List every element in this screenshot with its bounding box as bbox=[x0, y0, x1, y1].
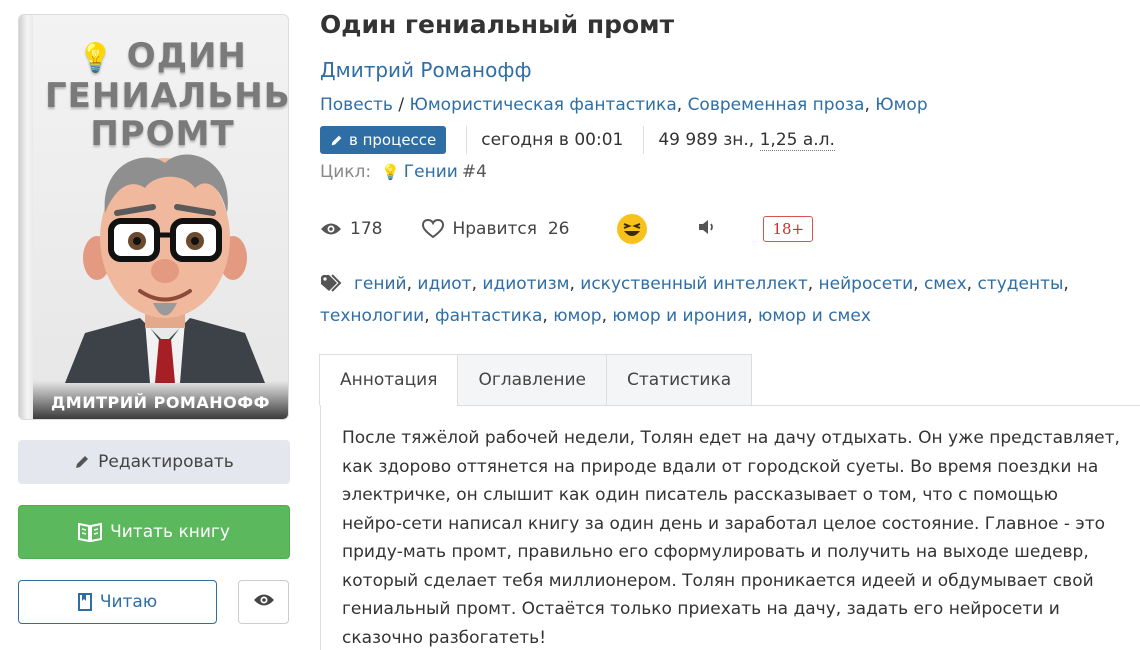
size-chars: 49 989 зн., bbox=[658, 130, 755, 150]
tag-link[interactable]: идиот bbox=[417, 274, 471, 294]
genre-line: Повесть / Юмористическая фантастика, Сов… bbox=[320, 95, 928, 115]
book-cover[interactable]: 💡 ОДИН ГЕНИАЛЬНЫЙ ПРОМТ ДМ bbox=[18, 14, 289, 420]
cover-title-line-2: ГЕНИАЛЬНЫЙ bbox=[45, 76, 288, 116]
tag-link[interactable]: искуственный интеллект bbox=[580, 274, 807, 294]
lightbulb-icon: 💡 bbox=[381, 163, 400, 181]
genre-link-1[interactable]: Юмористическая фантастика bbox=[409, 95, 676, 115]
author-link[interactable]: Дмитрий Романофф bbox=[320, 58, 532, 82]
cycle-number: #4 bbox=[461, 162, 487, 182]
eye-icon bbox=[253, 592, 275, 612]
status-label: в процессе bbox=[349, 131, 437, 149]
reading-shelf-button[interactable]: Читаю bbox=[18, 580, 217, 624]
annotation-text: После тяжёлой рабочей недели, Толян едет… bbox=[342, 428, 1120, 648]
cover-title: 💡 ОДИН ГЕНИАЛЬНЫЙ ПРОМТ bbox=[45, 36, 288, 153]
cycle-line: Цикл: 💡 Гении #4 bbox=[320, 162, 487, 182]
tag-link[interactable]: гений bbox=[354, 274, 407, 294]
book-meta: в процессе сегодня в 00:01 49 989 зн., 1… bbox=[320, 126, 835, 154]
cover-spine bbox=[19, 15, 33, 419]
cycle-label: Цикл: bbox=[320, 162, 372, 182]
meta-divider bbox=[643, 126, 645, 154]
tag-link[interactable]: юмор и смех bbox=[758, 306, 871, 326]
speaker-icon[interactable] bbox=[697, 218, 717, 241]
read-book-button[interactable]: Читать книгу bbox=[18, 505, 290, 559]
book-tabs: Аннотация Оглавление Статистика bbox=[319, 354, 753, 406]
read-book-button-label: Читать книгу bbox=[110, 522, 230, 542]
heart-icon[interactable] bbox=[422, 219, 445, 239]
size-sheets: 1,25 а.л. bbox=[759, 129, 835, 151]
tab-annotation[interactable]: Аннотация bbox=[319, 354, 459, 406]
pencil-icon bbox=[330, 134, 343, 147]
laughing-emoji-icon[interactable] bbox=[617, 214, 648, 244]
tag-link[interactable]: студенты bbox=[977, 274, 1063, 294]
open-book-icon bbox=[78, 522, 103, 542]
cycle-link[interactable]: Гении bbox=[404, 162, 458, 182]
eye-icon bbox=[320, 222, 342, 236]
tag-link[interactable]: нейросети bbox=[819, 274, 914, 294]
genre-link-3[interactable]: Юмор bbox=[875, 95, 927, 115]
updated-time: сегодня в 00:01 bbox=[481, 130, 624, 150]
meta-divider bbox=[466, 126, 468, 154]
book-title: Один гениальный промт bbox=[320, 10, 675, 39]
tag-icon bbox=[320, 273, 346, 302]
pencil-icon bbox=[74, 454, 90, 470]
likes-label[interactable]: Нравится bbox=[452, 219, 537, 239]
status-badge: в процессе bbox=[320, 126, 447, 154]
edit-button[interactable]: Редактировать bbox=[18, 440, 290, 484]
lightbulb-icon: 💡 bbox=[78, 41, 114, 74]
cover-title-line-1: ОДИН bbox=[126, 36, 247, 76]
tag-link[interactable]: фантастика bbox=[435, 306, 542, 326]
cover-illustration bbox=[65, 154, 265, 383]
tag-link[interactable]: юмор и ирония bbox=[612, 306, 747, 326]
tag-link[interactable]: технологии bbox=[320, 306, 424, 326]
likes-count: 26 bbox=[547, 219, 570, 239]
cover-author: ДМИТРИЙ РОМАНОФФ bbox=[33, 381, 288, 419]
genre-separator: / bbox=[398, 95, 405, 115]
tab-statistics[interactable]: Статистика bbox=[606, 354, 753, 406]
tab-contents[interactable]: Оглавление bbox=[457, 354, 607, 406]
bookmark-book-icon bbox=[77, 593, 92, 611]
tag-link[interactable]: идиотизм bbox=[482, 274, 569, 294]
views-count: 178 bbox=[350, 219, 383, 239]
reading-shelf-button-label: Читаю bbox=[99, 592, 158, 612]
stats-bar: 178 Нравится 26 18+ bbox=[320, 212, 814, 246]
tag-link[interactable]: юмор bbox=[553, 306, 601, 326]
tag-list: гений, идиот, идиотизм, искуственный инт… bbox=[320, 273, 1069, 326]
age-rating-badge: 18+ bbox=[763, 216, 814, 242]
edit-button-label: Редактировать bbox=[98, 452, 234, 472]
tag-link[interactable]: смех bbox=[924, 274, 967, 294]
form-link[interactable]: Повесть bbox=[320, 95, 393, 115]
follow-button[interactable] bbox=[238, 580, 289, 624]
genre-link-2[interactable]: Современная проза bbox=[688, 95, 865, 115]
